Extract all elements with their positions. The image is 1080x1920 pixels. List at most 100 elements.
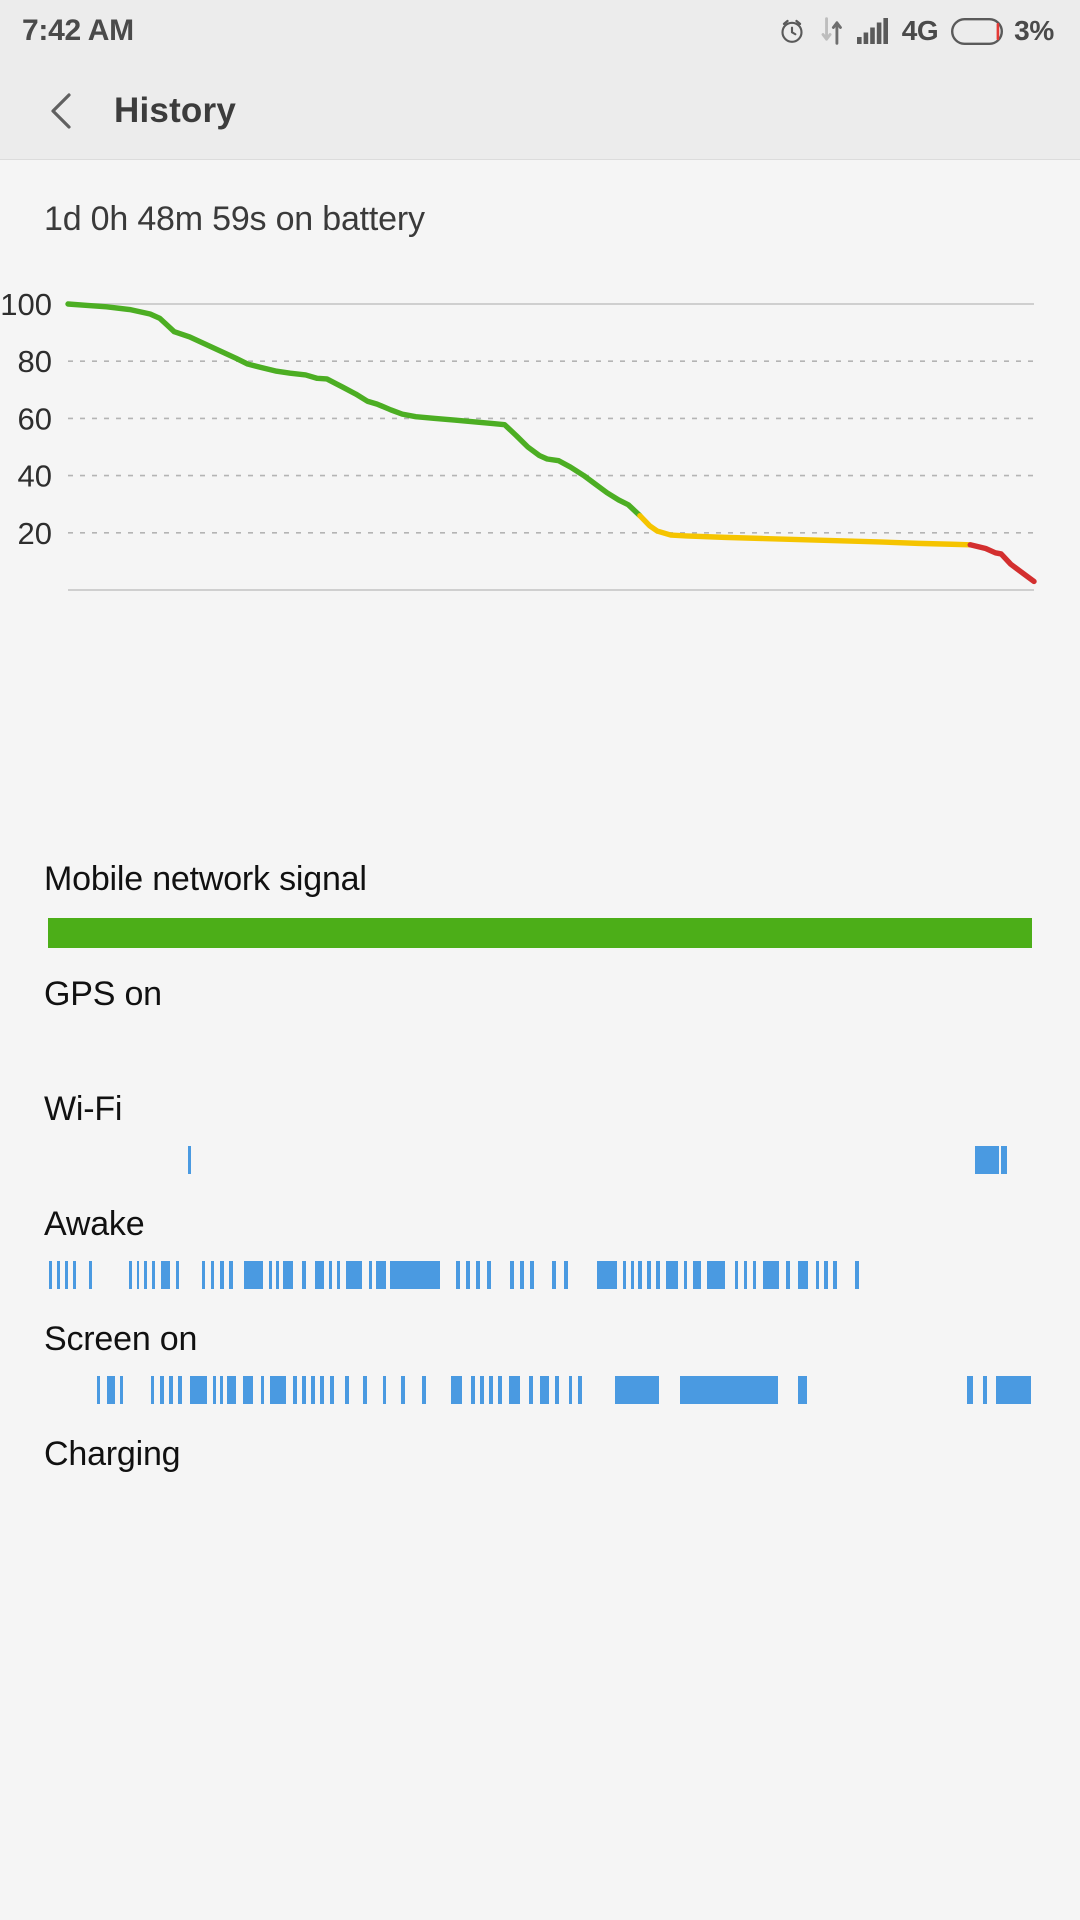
- event-tick: [563, 1261, 568, 1289]
- event-tick: [382, 1376, 387, 1404]
- page-title: History: [114, 90, 236, 130]
- event-tick: [283, 1261, 293, 1289]
- event-tick: [136, 1261, 140, 1289]
- event-tick: [119, 1376, 123, 1404]
- event-tick: [540, 1376, 549, 1404]
- event-tick: [152, 1261, 156, 1289]
- event-tick: [638, 1261, 642, 1289]
- event-tick: [630, 1261, 634, 1289]
- event-tick: [578, 1376, 583, 1404]
- event-tick: [530, 1261, 535, 1289]
- y-axis-tick-label: 100: [0, 287, 52, 322]
- event-tick: [220, 1261, 225, 1289]
- event-tick: [679, 1376, 779, 1404]
- event-tick: [189, 1376, 208, 1404]
- event-tick: [314, 1261, 325, 1289]
- network-type-label: 4G: [901, 15, 939, 46]
- event-tick: [213, 1376, 217, 1404]
- event-track: [48, 918, 1032, 948]
- event-tick: [227, 1376, 236, 1404]
- signal-bars-icon: [856, 18, 889, 44]
- event-tick: [242, 1376, 253, 1404]
- event-tick: [390, 1261, 440, 1289]
- event-tick: [1001, 1146, 1007, 1174]
- event-tick: [815, 1261, 820, 1289]
- event-tick: [797, 1261, 808, 1289]
- event-tick: [421, 1376, 426, 1404]
- event-row: Awake: [0, 1205, 1080, 1320]
- event-tick: [345, 1376, 350, 1404]
- chevron-left-icon: [47, 92, 77, 130]
- event-tick: [486, 1261, 491, 1289]
- battery-duration-label: 1d 0h 48m 59s on battery: [44, 200, 425, 238]
- event-tick: [597, 1261, 617, 1289]
- event-tick: [466, 1261, 471, 1289]
- event-tick: [451, 1376, 463, 1404]
- event-tick: [330, 1376, 335, 1404]
- battery-level-line-good: [65, 301, 643, 519]
- y-axis-tick-label: 60: [18, 401, 52, 436]
- event-tick: [974, 1146, 999, 1174]
- event-tick: [833, 1261, 838, 1289]
- event-tick: [479, 1376, 484, 1404]
- event-tick: [401, 1376, 406, 1404]
- event-tick: [144, 1261, 148, 1289]
- event-tick: [202, 1261, 206, 1289]
- event-tick: [276, 1261, 280, 1289]
- event-tick: [301, 1261, 306, 1289]
- event-tick: [786, 1261, 790, 1289]
- event-tick: [169, 1376, 173, 1404]
- app-bar: History: [0, 62, 1080, 160]
- event-tick: [471, 1376, 476, 1404]
- battery-level-line-warn: [637, 512, 973, 548]
- event-track: [48, 1146, 1032, 1174]
- event-tick: [520, 1261, 525, 1289]
- event-tick: [743, 1261, 748, 1289]
- y-axis-tick-label: 40: [18, 459, 52, 494]
- data-sync-icon: [820, 16, 844, 46]
- event-tick: [48, 1261, 52, 1289]
- event-tick: [752, 1261, 756, 1289]
- event-tick: [128, 1261, 132, 1289]
- battery-level-line-critical: [967, 542, 1037, 585]
- event-track: [48, 1031, 1032, 1059]
- status-icons: 4G 3%: [777, 15, 1054, 47]
- event-tick: [270, 1376, 287, 1404]
- event-track: [48, 1261, 1032, 1289]
- event-label: Awake: [44, 1205, 145, 1243]
- event-tick: [160, 1376, 165, 1404]
- y-axis-tick-label: 20: [18, 516, 52, 551]
- event-row: Wi-Fi: [0, 1090, 1080, 1205]
- event-tick: [995, 1376, 1031, 1404]
- event-tick: [854, 1261, 859, 1289]
- event-tick: [64, 1261, 68, 1289]
- event-tick: [293, 1376, 297, 1404]
- event-row: Charging: [0, 1435, 1080, 1550]
- event-label: GPS on: [44, 975, 162, 1013]
- event-row: Mobile network signal: [0, 860, 1080, 975]
- battery-icon: [951, 17, 1004, 45]
- event-tick: [56, 1261, 60, 1289]
- event-tick: [683, 1261, 688, 1289]
- event-tick: [161, 1261, 170, 1289]
- alarm-icon: [777, 16, 807, 46]
- event-rows: Mobile network signal GPS on Wi-Fi Awake Scr…: [0, 860, 1080, 1550]
- event-tick: [488, 1376, 493, 1404]
- event-tick: [319, 1376, 324, 1404]
- event-tick: [568, 1376, 573, 1404]
- event-tick: [510, 1261, 515, 1289]
- event-tick: [107, 1376, 115, 1404]
- event-tick: [269, 1261, 273, 1289]
- event-tick: [982, 1376, 987, 1404]
- event-tick: [734, 1261, 739, 1289]
- back-button[interactable]: [34, 83, 90, 139]
- event-tick: [656, 1261, 660, 1289]
- event-tick: [243, 1261, 264, 1289]
- event-tick: [497, 1376, 502, 1404]
- battery-level-chart: 100 80 60 40 20: [0, 268, 1080, 868]
- event-tick: [456, 1261, 461, 1289]
- event-tick: [187, 1146, 192, 1174]
- event-tick: [260, 1376, 265, 1404]
- event-tick: [151, 1376, 155, 1404]
- y-axis-tick-label: 80: [18, 344, 52, 379]
